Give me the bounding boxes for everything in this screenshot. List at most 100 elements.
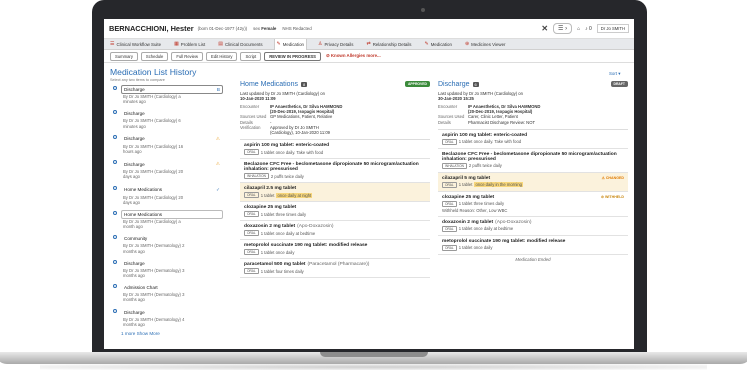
medication-status-flag: ⊘ WITHHELD — [601, 195, 624, 200]
medication-card[interactable]: Beclazone CFC Free - beclometasone dipro… — [240, 159, 430, 184]
history-list: Discharge B By Dr Jo SMITH (Cardiology) am… — [110, 84, 223, 329]
medication-name: aspirin 100 mg tablet: enteric-coated — [244, 143, 426, 148]
dose-text: 2 puffs twice daily — [468, 163, 502, 169]
medication-card[interactable]: cilazapril 2.5 mg tablet ORAL 1 tablet once… — [240, 183, 430, 203]
dose-text: 1 tablet — [458, 182, 473, 188]
laptop-stage: BERNACCHIONI, Hester (born 01-Dec-1977 (… — [0, 0, 747, 374]
medication-dose: ORAL 1 tablet three times daily — [244, 211, 426, 218]
medication-card[interactable]: doxazosin 2 mg tablet (Apo-Doxazosin) ORAL… — [438, 217, 628, 236]
toolbar-button-2[interactable]: Schedule — [140, 51, 169, 61]
toolbar-button-5[interactable]: Script — [240, 51, 262, 61]
history-item[interactable]: Community By Dr Jo SMITH (Dermatology) 2m… — [110, 233, 223, 255]
history-item-label: Community — [124, 236, 148, 242]
history-item-title: Discharge ⚠ — [121, 159, 223, 169]
nav-tab-label: Clinical Documents — [224, 41, 263, 47]
route-tag: INHALATION — [244, 173, 269, 180]
history-flag-icon: ⚠ — [215, 161, 220, 167]
medication-card[interactable]: metoprolol succinate 190 mg tablet: modi… — [240, 240, 430, 260]
medication-card[interactable]: metoprolol succinate 190 mg tablet: modi… — [438, 236, 628, 255]
medication-card[interactable]: doxazosin 2 mg tablet (Apo-Doxazosin) ORAL… — [240, 221, 430, 241]
history-dot — [113, 259, 117, 264]
medication-dose: ORAL 1 tablet once daily. Take with food — [442, 138, 624, 145]
list-meta: Encounter IP Anaesthetics, Dr Silva HAMMO… — [240, 104, 430, 135]
history-item[interactable]: Discharge By Dr Jo SMITH (Dermatology) 4m… — [110, 307, 223, 329]
nav-tab-3[interactable]: ▤ Clinical Documents — [216, 39, 264, 50]
history-item-label: Discharge — [124, 87, 145, 92]
route-tag: ORAL — [442, 244, 457, 251]
medication-dose: INHALATION 2 puffs twice daily — [442, 162, 624, 169]
route-tag: ORAL — [244, 268, 259, 275]
medication-card[interactable]: paracetamol 500 mg tablet (Paracetamol (P… — [240, 259, 430, 279]
history-dot — [113, 185, 117, 190]
history-item-time: minutes ago — [123, 123, 146, 129]
history-item[interactable]: Discharge By Dr Jo SMITH (Dermatology) 3m… — [110, 258, 223, 280]
toolbar-button-1[interactable]: Summary — [110, 51, 138, 61]
medication-name-text: metoprolol succinate 190 mg tablet: modi… — [442, 238, 566, 244]
medication-name: Beclazone CFC Free - beclometasone dipro… — [244, 162, 426, 172]
toolbar-button-3[interactable]: Full Review — [171, 51, 204, 61]
patient-gender: sex Female — [253, 26, 277, 31]
nav-tab-icon: ✎ — [424, 41, 429, 47]
patient-nhs: NHS Redacted — [282, 26, 312, 31]
bell-icon[interactable]: ♪ 0 — [585, 26, 592, 32]
route-tag: ORAL — [244, 149, 259, 156]
toolbar-button-4[interactable]: Edit History — [206, 51, 238, 61]
nav-tab-1[interactable]: ☰ Clinical Workflow Suite — [108, 39, 163, 50]
nav-tab-7[interactable]: ✎ Medication — [423, 39, 454, 50]
medication-card[interactable]: aspirin 100 mg tablet: enteric-coated ORA… — [240, 140, 430, 160]
dose-change-highlight: once daily at night — [276, 192, 313, 198]
item-count-badge: 6 — [472, 81, 479, 87]
medication-card[interactable]: clozapine 25 mg tablet ⊘ WITHHELD ORAL 1 ta… — [438, 192, 628, 217]
dose-change-highlight: once daily in the morning — [474, 182, 523, 188]
history-item[interactable]: Discharge ⚠ By Dr Jo SMITH (Cardiology) 16… — [110, 133, 223, 156]
meta-label: Details — [438, 119, 451, 125]
medication-card[interactable]: aspirin 100 mg tablet: enteric-coated ORA… — [438, 130, 628, 149]
nav-tab-4[interactable]: ✎ Medication — [273, 38, 307, 50]
nav-tab-6[interactable]: ⇄ Relationship Details — [364, 39, 413, 50]
nav-tab-8[interactable]: ⊕ Medicines Viewer — [463, 39, 508, 50]
medication-card[interactable]: cilazapril 5 mg tablet ⚠ CHANGED ORAL 1 tab… — [438, 172, 628, 192]
column-header: Home Medications 8 APPROVED — [240, 79, 430, 89]
compare-right-column: Discharge 6 DRAFT Last updated by Dr Jo SMI… — [434, 63, 632, 349]
medication-name: metoprolol succinate 190 mg tablet: modi… — [442, 239, 624, 244]
nav-tab-icon: ▤ — [218, 41, 223, 47]
history-item[interactable]: Discharge B By Dr Jo SMITH (Cardiology) am… — [110, 84, 223, 106]
menu-icon[interactable]: ☰ › — [553, 23, 573, 34]
last-updated: Last updated by Dr Jo SMITH (Cardiology)… — [240, 91, 430, 101]
show-more-link[interactable]: 1 more Show More — [110, 331, 223, 336]
meta-label — [240, 130, 270, 135]
history-item[interactable]: Discharge ⚠ By Dr Jo SMITH (Cardiology) 20… — [110, 158, 223, 181]
medication-card[interactable]: Beclazone CFC Free - beclometasone dipro… — [438, 149, 628, 173]
route-tag: ORAL — [442, 138, 457, 145]
medication-name: doxazosin 2 mg tablet (Apo-Doxazosin) — [442, 220, 624, 225]
history-dot — [113, 160, 117, 165]
medication-brand: (Apo-Doxazosin) — [495, 219, 532, 225]
medication-dose: ORAL 1 tablet once daily — [442, 244, 624, 251]
toolbar-button-6[interactable]: REVIEW IN PROGRESS — [264, 51, 321, 61]
nav-tab-2[interactable]: ▦ Problem List — [172, 39, 207, 50]
user-menu[interactable]: Dr Jo SMITH — [596, 24, 629, 33]
close-icon[interactable]: ✕ — [541, 24, 548, 33]
medication-dose: ORAL 1 tablet once daily at bedtime — [244, 230, 426, 237]
medication-name-text: cilazapril 2.5 mg tablet — [244, 186, 297, 192]
column-title: Home Medications — [240, 80, 298, 88]
history-item[interactable]: Admission Chart By Dr Jo SMITH (Dermatolo… — [110, 282, 223, 304]
nav-tab-icon: ▦ — [174, 41, 179, 47]
history-item[interactable]: Home Medications ✓ By Dr Jo SMITH (Cardiol… — [110, 184, 223, 207]
meta-row: Details Pharmacist Discharge Review: NOT — [438, 120, 628, 125]
nav-tab-icon: ⊕ — [464, 41, 470, 47]
medication-ended-note: Medication Ended — [515, 256, 551, 262]
medication-card[interactable]: clozapine 25 mg tablet ORAL 1 tablet three… — [240, 202, 430, 222]
allergy-link[interactable]: ⊘ Known Allergies more... — [326, 53, 381, 59]
history-item-label: Admission Chart — [124, 285, 158, 291]
medication-name-text: metoprolol succinate 190 mg tablet: modi… — [244, 243, 368, 249]
history-item-time: days ago — [123, 199, 140, 205]
history-dot — [113, 284, 117, 289]
medication-dose: ORAL 1 tablet once daily in the morning — [442, 181, 624, 188]
history-item[interactable]: Discharge By Dr Jo SMITH (Cardiology) 6 mi… — [110, 108, 223, 130]
list-meta: Encounter IP Anaesthetics, Dr Silva HAMMO… — [438, 104, 628, 125]
home-icon[interactable]: ⌂ — [577, 26, 580, 32]
nav-tab-5[interactable]: ♙ Privacy Details — [316, 39, 356, 50]
history-item-title: Discharge — [121, 308, 223, 317]
history-item[interactable]: Home Medications By Dr Jo SMITH (Cardiolo… — [110, 209, 223, 231]
